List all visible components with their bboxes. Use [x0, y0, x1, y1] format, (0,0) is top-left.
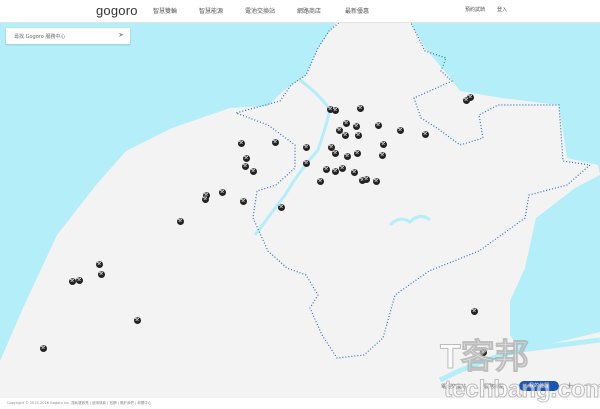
service-marker-wrench-icon[interactable]: ⚒ — [374, 121, 382, 129]
watermark-url: techbang.com — [444, 376, 600, 404]
service-marker-wrench-icon[interactable]: ⚒ — [354, 131, 362, 139]
service-marker-wrench-icon[interactable]: ⚒ — [242, 154, 250, 162]
service-marker-wrench-icon[interactable]: ⚒ — [277, 203, 285, 211]
service-marker-wrench-icon[interactable]: ⚒ — [218, 188, 226, 196]
service-marker-wrench-icon[interactable]: ⚒ — [95, 260, 103, 268]
service-marker-wrench-icon[interactable]: ⚒ — [331, 167, 339, 175]
service-marker-wrench-icon[interactable]: ⚒ — [176, 217, 184, 225]
service-marker-wrench-icon[interactable]: ⚒ — [322, 165, 330, 173]
service-marker-wrench-icon[interactable]: ⚒ — [379, 140, 387, 148]
service-marker-wrench-icon[interactable]: ⚒ — [356, 104, 364, 112]
service-marker-wrench-icon[interactable]: ⚒ — [302, 159, 310, 167]
service-marker-wrench-icon[interactable]: ⚒ — [470, 307, 478, 315]
service-marker-wrench-icon[interactable]: ⚒ — [342, 119, 350, 127]
nav-battery-station[interactable]: 電池交換站 — [245, 6, 275, 15]
service-marker-wrench-icon[interactable]: ⚒ — [39, 344, 47, 352]
locate-arrow-icon[interactable]: ➤ — [118, 31, 124, 39]
nav-login[interactable]: 登入 — [497, 6, 507, 13]
service-marker-wrench-icon[interactable]: ⚒ — [372, 177, 380, 185]
service-marker-wrench-icon[interactable]: ⚒ — [378, 151, 386, 159]
service-marker-wrench-icon[interactable]: ⚒ — [133, 316, 141, 324]
service-marker-wrench-icon[interactable]: ⚒ — [335, 126, 343, 134]
service-marker-wrench-icon[interactable]: ⚒ — [396, 126, 404, 134]
service-marker-wrench-icon[interactable]: ⚒ — [97, 270, 105, 278]
service-marker-wrench-icon[interactable]: ⚒ — [271, 138, 279, 146]
search-box[interactable]: 尋找 Gogoro 服務中心 ➤ — [6, 28, 130, 44]
gogoro-logo[interactable]: gogoro — [96, 3, 138, 18]
service-marker-wrench-icon[interactable]: ⚒ — [201, 195, 209, 203]
service-marker-wrench-icon[interactable]: ⚒ — [338, 164, 346, 172]
nav-promotions[interactable]: 最新優惠 — [345, 6, 369, 15]
service-marker-wrench-icon[interactable]: ⚒ — [350, 168, 358, 176]
service-marker-wrench-icon[interactable]: ⚒ — [302, 143, 310, 151]
service-marker-wrench-icon[interactable]: ⚒ — [249, 167, 257, 175]
nav-test-ride[interactable]: 預約試騎 — [465, 6, 485, 13]
service-marker-wrench-icon[interactable]: ⚒ — [331, 149, 339, 157]
nav-online-store[interactable]: 網路商店 — [297, 6, 321, 15]
service-marker-wrench-icon[interactable]: ⚒ — [241, 162, 249, 170]
copyright-text: Copyright © 2015-2016 Gogoro Inc. 隱私權政策 … — [7, 401, 152, 405]
service-marker-wrench-icon[interactable]: ⚒ — [343, 152, 351, 160]
service-marker-wrench-icon[interactable]: ⚒ — [341, 131, 349, 139]
top-nav: gogoro 智慧雙輪 智慧能源 電池交換站 網路商店 最新優惠 預約試騎 登入 — [0, 0, 600, 23]
service-marker-wrench-icon[interactable]: ⚒ — [239, 197, 247, 205]
search-input[interactable]: 尋找 Gogoro 服務中心 — [14, 33, 65, 40]
watermark-logo: T客邦 — [440, 338, 530, 376]
service-marker-wrench-icon[interactable]: ⚒ — [352, 122, 360, 130]
service-marker-wrench-icon[interactable]: ⚒ — [462, 96, 470, 104]
service-marker-wrench-icon[interactable]: ⚒ — [316, 177, 324, 185]
nav-smart-scooter[interactable]: 智慧雙輪 — [153, 6, 177, 15]
service-marker-wrench-icon[interactable]: ⚒ — [331, 106, 339, 114]
service-marker-wrench-icon[interactable]: ⚒ — [353, 149, 361, 157]
service-marker-wrench-icon[interactable]: ⚒ — [237, 139, 245, 147]
service-marker-wrench-icon[interactable]: ⚒ — [75, 276, 83, 284]
nav-smart-energy[interactable]: 智慧能源 — [199, 6, 223, 15]
service-marker-wrench-icon[interactable]: ⚒ — [68, 277, 76, 285]
service-marker-wrench-icon[interactable]: ⚒ — [362, 175, 370, 183]
service-marker-wrench-icon[interactable]: ⚒ — [421, 130, 429, 138]
